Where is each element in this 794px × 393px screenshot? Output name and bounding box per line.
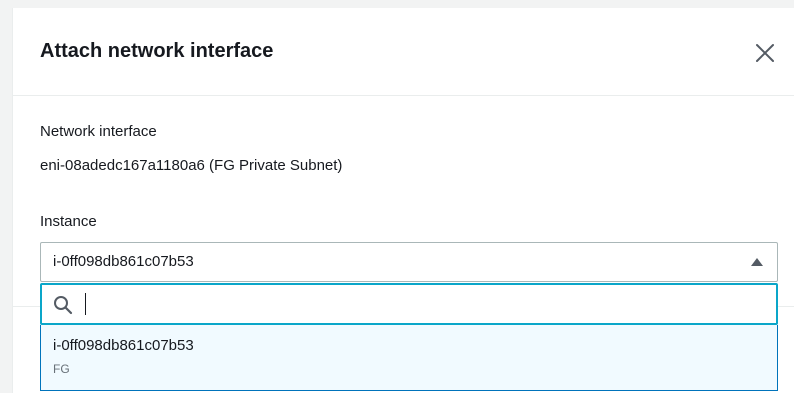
modal-header: Attach network interface	[13, 8, 794, 96]
instance-option-id: i-0ff098db861c07b53	[53, 337, 194, 354]
instance-dropdown: i-0ff098db861c07b53 FG	[40, 282, 778, 393]
search-icon	[54, 296, 73, 315]
network-interface-value: eni-08adedc167a1180a6 (FG Private Subnet…	[40, 157, 343, 174]
divider	[778, 306, 794, 307]
caret-up-icon	[751, 258, 763, 266]
instance-search-field[interactable]	[40, 283, 778, 325]
attach-network-interface-modal: Attach network interface Network interfa…	[12, 8, 794, 393]
instance-option[interactable]: i-0ff098db861c07b53 FG	[40, 325, 778, 391]
text-cursor	[85, 293, 86, 315]
network-interface-label: Network interface	[40, 123, 157, 140]
instance-selected-value: i-0ff098db861c07b53	[53, 253, 194, 270]
divider	[13, 306, 40, 307]
instance-select[interactable]: i-0ff098db861c07b53	[40, 242, 778, 282]
close-button[interactable]	[753, 41, 777, 65]
instance-label: Instance	[40, 213, 97, 230]
modal-title: Attach network interface	[40, 40, 274, 62]
instance-search-input[interactable]	[82, 291, 762, 317]
close-icon	[756, 44, 774, 62]
instance-option-name: FG	[53, 362, 70, 376]
